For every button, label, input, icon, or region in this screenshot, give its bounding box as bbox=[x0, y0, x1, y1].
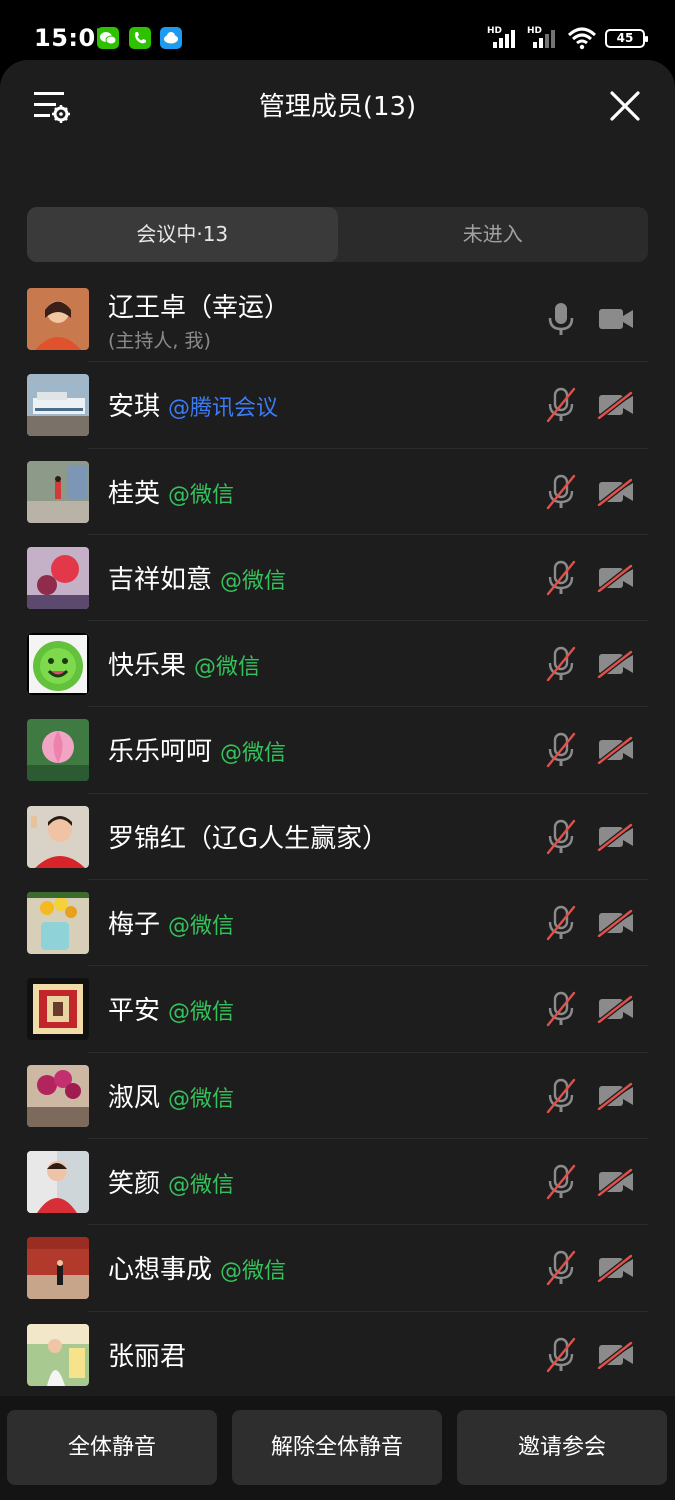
member-source-tag: @微信 bbox=[168, 914, 235, 940]
avatar bbox=[27, 1064, 89, 1127]
camera-off-icon[interactable] bbox=[597, 1167, 635, 1196]
member-source-tag: @微信 bbox=[220, 568, 287, 594]
member-row[interactable]: 吉祥如意 @微信 bbox=[0, 535, 675, 622]
camera-off-icon[interactable] bbox=[597, 391, 635, 420]
member-row[interactable]: 乐乐呵呵 @微信 bbox=[0, 707, 675, 794]
invite-button[interactable]: 邀请参会 bbox=[457, 1410, 667, 1485]
avatar bbox=[27, 805, 89, 868]
camera-off-icon[interactable] bbox=[597, 650, 635, 679]
member-name: 安琪 bbox=[108, 392, 161, 423]
camera-off-icon[interactable] bbox=[597, 822, 635, 851]
microphone-muted-icon[interactable] bbox=[544, 560, 578, 596]
member-name: 梅子 bbox=[108, 910, 161, 941]
camera-off-icon[interactable] bbox=[597, 563, 635, 592]
member-row[interactable]: 辽王卓（幸运） (主持人, 我) bbox=[0, 276, 675, 363]
member-source-tag: @微信 bbox=[168, 1086, 235, 1112]
battery-indicator: 45 bbox=[605, 28, 648, 48]
avatar bbox=[27, 633, 89, 696]
microphone-muted-icon[interactable] bbox=[544, 646, 578, 682]
member-source-tag: @微信 bbox=[168, 482, 235, 508]
member-row[interactable]: 心想事成 @微信 bbox=[0, 1225, 675, 1312]
avatar bbox=[27, 1237, 89, 1300]
microphone-muted-icon[interactable] bbox=[544, 474, 578, 510]
microphone-icon[interactable] bbox=[544, 301, 578, 337]
member-row[interactable]: 罗锦红（辽G人生赢家） bbox=[0, 794, 675, 881]
member-role: (主持人, 我) bbox=[108, 330, 211, 352]
signal-2-icon: HD bbox=[527, 26, 559, 50]
member-name: 平安 bbox=[108, 996, 161, 1027]
microphone-muted-icon[interactable] bbox=[544, 905, 578, 941]
member-row[interactable]: 桂英 @微信 bbox=[0, 449, 675, 535]
microphone-muted-icon[interactable] bbox=[544, 1164, 578, 1200]
camera-off-icon[interactable] bbox=[597, 305, 635, 333]
microphone-muted-icon[interactable] bbox=[544, 1250, 578, 1286]
member-name: 心想事成 bbox=[108, 1255, 213, 1286]
member-tabs: 会议中·13 未进入 bbox=[27, 207, 648, 262]
member-source-tag: @微信 bbox=[220, 741, 287, 767]
member-row[interactable]: 淑凤 @微信 bbox=[0, 1053, 675, 1139]
member-name: 罗锦红（辽G人生赢家） bbox=[108, 823, 389, 854]
wechat-notification-icon bbox=[97, 27, 119, 49]
member-name: 淑凤 bbox=[108, 1082, 161, 1113]
avatar bbox=[27, 288, 89, 350]
camera-off-icon[interactable] bbox=[597, 1081, 635, 1110]
member-name: 乐乐呵呵 bbox=[108, 737, 213, 768]
camera-off-icon[interactable] bbox=[597, 1340, 635, 1369]
cloud-notification-icon bbox=[160, 27, 182, 49]
member-row[interactable]: 平安 @微信 bbox=[0, 966, 675, 1053]
avatar bbox=[27, 719, 89, 782]
camera-off-icon[interactable] bbox=[597, 736, 635, 765]
mute-all-button[interactable]: 全体静音 bbox=[7, 1410, 217, 1485]
camera-off-icon[interactable] bbox=[597, 477, 635, 506]
member-name: 笑颜 bbox=[108, 1168, 161, 1199]
signal-1-icon: HD bbox=[487, 26, 519, 50]
avatar bbox=[27, 1150, 89, 1213]
microphone-muted-icon[interactable] bbox=[544, 819, 578, 855]
status-bar: 15:07 HD HD 45 bbox=[0, 0, 675, 62]
avatar bbox=[27, 978, 89, 1041]
camera-off-icon[interactable] bbox=[597, 995, 635, 1024]
member-name: 桂英 bbox=[108, 478, 161, 509]
avatar bbox=[27, 892, 89, 955]
tab-in-meeting[interactable]: 会议中·13 bbox=[27, 207, 338, 262]
page-title: 管理成员(13) bbox=[258, 92, 417, 122]
member-source-tag: @微信 bbox=[168, 1000, 235, 1026]
member-row[interactable]: 张丽君 bbox=[0, 1312, 675, 1398]
microphone-muted-icon[interactable] bbox=[544, 1337, 578, 1373]
microphone-muted-icon[interactable] bbox=[544, 1078, 578, 1114]
tab-not-joined[interactable]: 未进入 bbox=[338, 207, 649, 262]
microphone-muted-icon[interactable] bbox=[544, 732, 578, 768]
wifi-icon bbox=[567, 27, 597, 50]
member-row[interactable]: 梅子 @微信 bbox=[0, 880, 675, 967]
member-source-tag: @微信 bbox=[220, 1259, 287, 1285]
member-row[interactable]: 快乐果 @微信 bbox=[0, 621, 675, 708]
close-icon[interactable] bbox=[609, 90, 641, 122]
member-name: 辽王卓（幸运） bbox=[108, 293, 291, 323]
member-name: 吉祥如意 bbox=[108, 564, 213, 595]
manage-members-panel: 管理成员(13) 会议中·13 未进入 辽王卓（幸运） (主持人, 我) 安琪 @腾讯… bbox=[0, 60, 675, 1500]
phone-notification-icon bbox=[129, 27, 151, 49]
member-list: 辽王卓（幸运） (主持人, 我) 安琪 @腾讯会议 桂英 @微信 吉祥如意 @微信 快乐果 @微信… bbox=[0, 276, 675, 1398]
member-source-tag: @微信 bbox=[194, 655, 261, 681]
member-name: 张丽君 bbox=[108, 1341, 187, 1372]
camera-off-icon[interactable] bbox=[597, 909, 635, 938]
microphone-muted-icon[interactable] bbox=[544, 387, 578, 423]
member-source-tag: @腾讯会议 bbox=[168, 396, 279, 422]
avatar bbox=[27, 460, 89, 523]
avatar bbox=[27, 374, 89, 437]
member-row[interactable]: 笑颜 @微信 bbox=[0, 1139, 675, 1226]
member-source-tag: @微信 bbox=[168, 1172, 235, 1198]
avatar bbox=[27, 546, 89, 609]
member-name: 快乐果 bbox=[108, 651, 187, 682]
microphone-muted-icon[interactable] bbox=[544, 991, 578, 1027]
avatar bbox=[27, 1323, 89, 1386]
unmute-all-button[interactable]: 解除全体静音 bbox=[232, 1410, 442, 1485]
camera-off-icon[interactable] bbox=[597, 1254, 635, 1283]
member-row[interactable]: 安琪 @腾讯会议 bbox=[0, 362, 675, 449]
bottom-action-bar: 全体静音 解除全体静音 邀请参会 bbox=[0, 1396, 675, 1500]
